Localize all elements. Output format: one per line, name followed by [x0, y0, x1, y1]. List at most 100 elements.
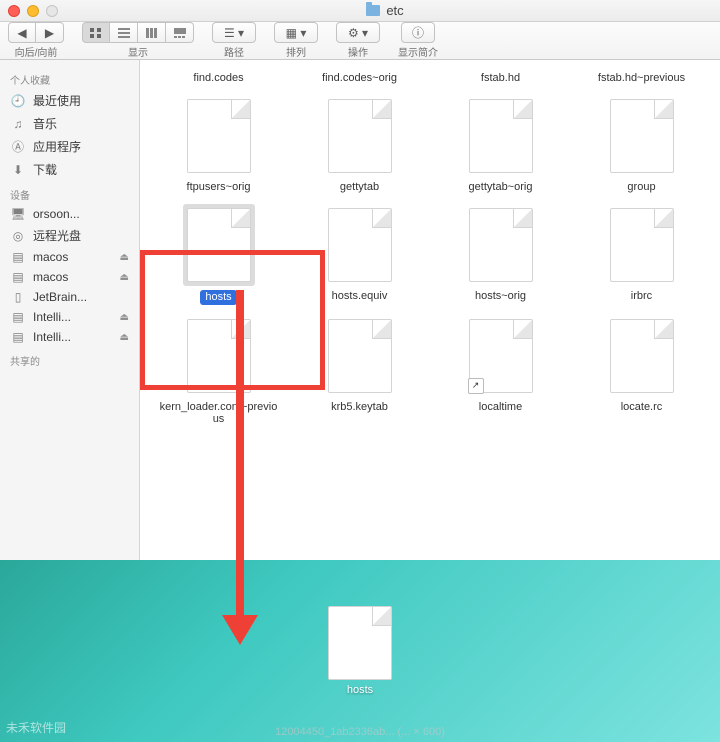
file-label: find.codes~orig	[322, 72, 397, 85]
file-item[interactable]: krb5.keytab	[291, 315, 428, 426]
folder-proxy-icon	[366, 5, 380, 16]
file-item[interactable]: ftpusers~orig	[150, 95, 287, 194]
sidebar-item-label: 音乐	[33, 115, 57, 132]
minimize-button[interactable]	[27, 5, 39, 17]
eject-icon[interactable]: ⏏	[120, 332, 129, 343]
sidebar-item-label: 应用程序	[33, 138, 81, 155]
sidebar-item-orsoon[interactable]: 🖥 orsoon...	[0, 204, 139, 224]
file-label: group	[627, 181, 655, 194]
close-button[interactable]	[8, 5, 20, 17]
sidebar-item-label: macos	[33, 250, 68, 264]
path-button[interactable]: ☰ ▾	[212, 22, 256, 43]
path-label: 路径	[224, 44, 244, 59]
imac-icon: 🖥	[10, 207, 26, 221]
sidebar-item-label: orsoon...	[33, 207, 80, 221]
doc-icon: ▯	[10, 290, 26, 304]
file-label: kern_loader.conf~previous	[159, 401, 279, 426]
file-label: hosts	[200, 290, 236, 305]
content-area[interactable]: find.codes find.codes~orig fstab.hd fsta…	[140, 60, 720, 560]
sidebar-item-label: 最近使用	[33, 92, 81, 109]
list-view-button[interactable]	[110, 22, 138, 43]
sidebar-item-recents[interactable]: 🕘 最近使用	[0, 89, 139, 112]
column-view-button[interactable]	[138, 22, 166, 43]
file-item[interactable]: irbrc	[573, 204, 710, 305]
sidebar-item-label: Intelli...	[33, 310, 71, 324]
sidebar-item-label: 远程光盘	[33, 227, 81, 244]
nav-group: ◀ ▶ 向后/向前	[8, 22, 64, 59]
file-label: krb5.keytab	[331, 401, 388, 414]
file-item[interactable]: fstab.hd	[432, 60, 569, 85]
nav-label: 向后/向前	[15, 44, 58, 59]
file-icon	[328, 319, 392, 393]
sidebar-item-music[interactable]: ♫ 音乐	[0, 112, 139, 135]
arrange-button[interactable]: ▦ ▾	[274, 22, 318, 43]
file-item[interactable]: find.codes~orig	[291, 60, 428, 85]
sidebar-item-macos-1[interactable]: ▤ macos ⏏	[0, 247, 139, 267]
favorites-header: 个人收藏	[0, 66, 139, 89]
sidebar-item-intelli-2[interactable]: ▤Intelli...⏏	[0, 327, 139, 347]
icon-view-button[interactable]	[82, 22, 110, 43]
file-label: hosts.equiv	[332, 290, 388, 303]
file-item[interactable]: gettytab~orig	[432, 95, 569, 194]
sidebar-item-label: 下载	[33, 161, 57, 178]
sidebar-item-label: macos	[33, 270, 68, 284]
sidebar-item-intelli-1[interactable]: ▤Intelli...⏏	[0, 307, 139, 327]
sidebar-item-downloads[interactable]: ⬇下载	[0, 158, 139, 181]
file-item[interactable]: find.codes	[150, 60, 287, 85]
main: 个人收藏 🕘最近使用 ♫音乐 Ⓐ应用程序 ⬇下载 设备 🖥orsoon... ◎…	[0, 60, 720, 560]
sidebar-item-macos-2[interactable]: ▤ macos ⏏	[0, 267, 139, 287]
shared-header: 共享的	[0, 347, 139, 370]
file-item-hosts[interactable]: hosts	[150, 204, 287, 305]
view-label: 显示	[128, 44, 148, 59]
sidebar-item-label: JetBrain...	[33, 290, 87, 304]
file-item[interactable]: gettytab	[291, 95, 428, 194]
info-label: 显示简介	[398, 44, 438, 59]
sidebar-item-applications[interactable]: Ⓐ应用程序	[0, 135, 139, 158]
file-item[interactable]: fstab.hd~previous	[573, 60, 710, 85]
watermark-corner: 未禾软件园	[6, 719, 66, 736]
watermark-center: 12004450_1ab2336ab... (... × 600)	[275, 726, 445, 738]
file-icon	[328, 208, 392, 282]
eject-icon[interactable]: ⏏	[120, 252, 129, 263]
file-icon	[469, 319, 533, 393]
action-group: ⚙ ▾ 操作	[336, 22, 380, 59]
file-label: irbrc	[631, 290, 652, 303]
window-title: etc	[386, 3, 403, 18]
hdd-icon: ▤	[10, 270, 26, 284]
music-icon: ♫	[10, 117, 26, 131]
file-label: find.codes	[193, 72, 243, 85]
file-item[interactable]: kern_loader.conf~previous	[150, 315, 287, 426]
file-item[interactable]: locate.rc	[573, 315, 710, 426]
file-icon	[610, 319, 674, 393]
file-item[interactable]: hosts.equiv	[291, 204, 428, 305]
desktop-file-hosts[interactable]: hosts	[328, 606, 392, 697]
file-item[interactable]: group	[573, 95, 710, 194]
back-button[interactable]: ◀	[8, 22, 36, 43]
file-label: gettytab~orig	[469, 181, 533, 194]
sidebar-item-jetbrain[interactable]: ▯ JetBrain...	[0, 287, 139, 307]
disc-icon: ◎	[10, 229, 26, 243]
eject-icon[interactable]: ⏏	[120, 312, 129, 323]
action-button[interactable]: ⚙ ▾	[336, 22, 380, 43]
info-button[interactable]: ⓘ	[401, 22, 435, 43]
forward-button[interactable]: ▶	[36, 22, 64, 43]
file-icon	[610, 208, 674, 282]
action-label: 操作	[348, 44, 368, 59]
file-label: fstab.hd	[481, 72, 520, 85]
file-item[interactable]: localtime	[432, 315, 569, 426]
desktop[interactable]: hosts 未禾软件园 12004450_1ab2336ab... (... ×…	[0, 560, 720, 742]
zoom-button[interactable]	[46, 5, 58, 17]
arrange-group: ▦ ▾ 排列	[274, 22, 318, 59]
sidebar-item-remote-disc[interactable]: ◎ 远程光盘	[0, 224, 139, 247]
hdd-icon: ▤	[10, 250, 26, 264]
gallery-view-button[interactable]	[166, 22, 194, 43]
sidebar: 个人收藏 🕘最近使用 ♫音乐 Ⓐ应用程序 ⬇下载 设备 🖥orsoon... ◎…	[0, 60, 140, 560]
eject-icon[interactable]: ⏏	[120, 272, 129, 283]
hdd-icon: ▤	[10, 330, 26, 344]
file-label: localtime	[479, 401, 522, 414]
file-item[interactable]: hosts~orig	[432, 204, 569, 305]
clock-icon: 🕘	[10, 94, 26, 108]
file-icon	[469, 99, 533, 173]
file-icon	[187, 208, 251, 282]
file-icon	[328, 99, 392, 173]
